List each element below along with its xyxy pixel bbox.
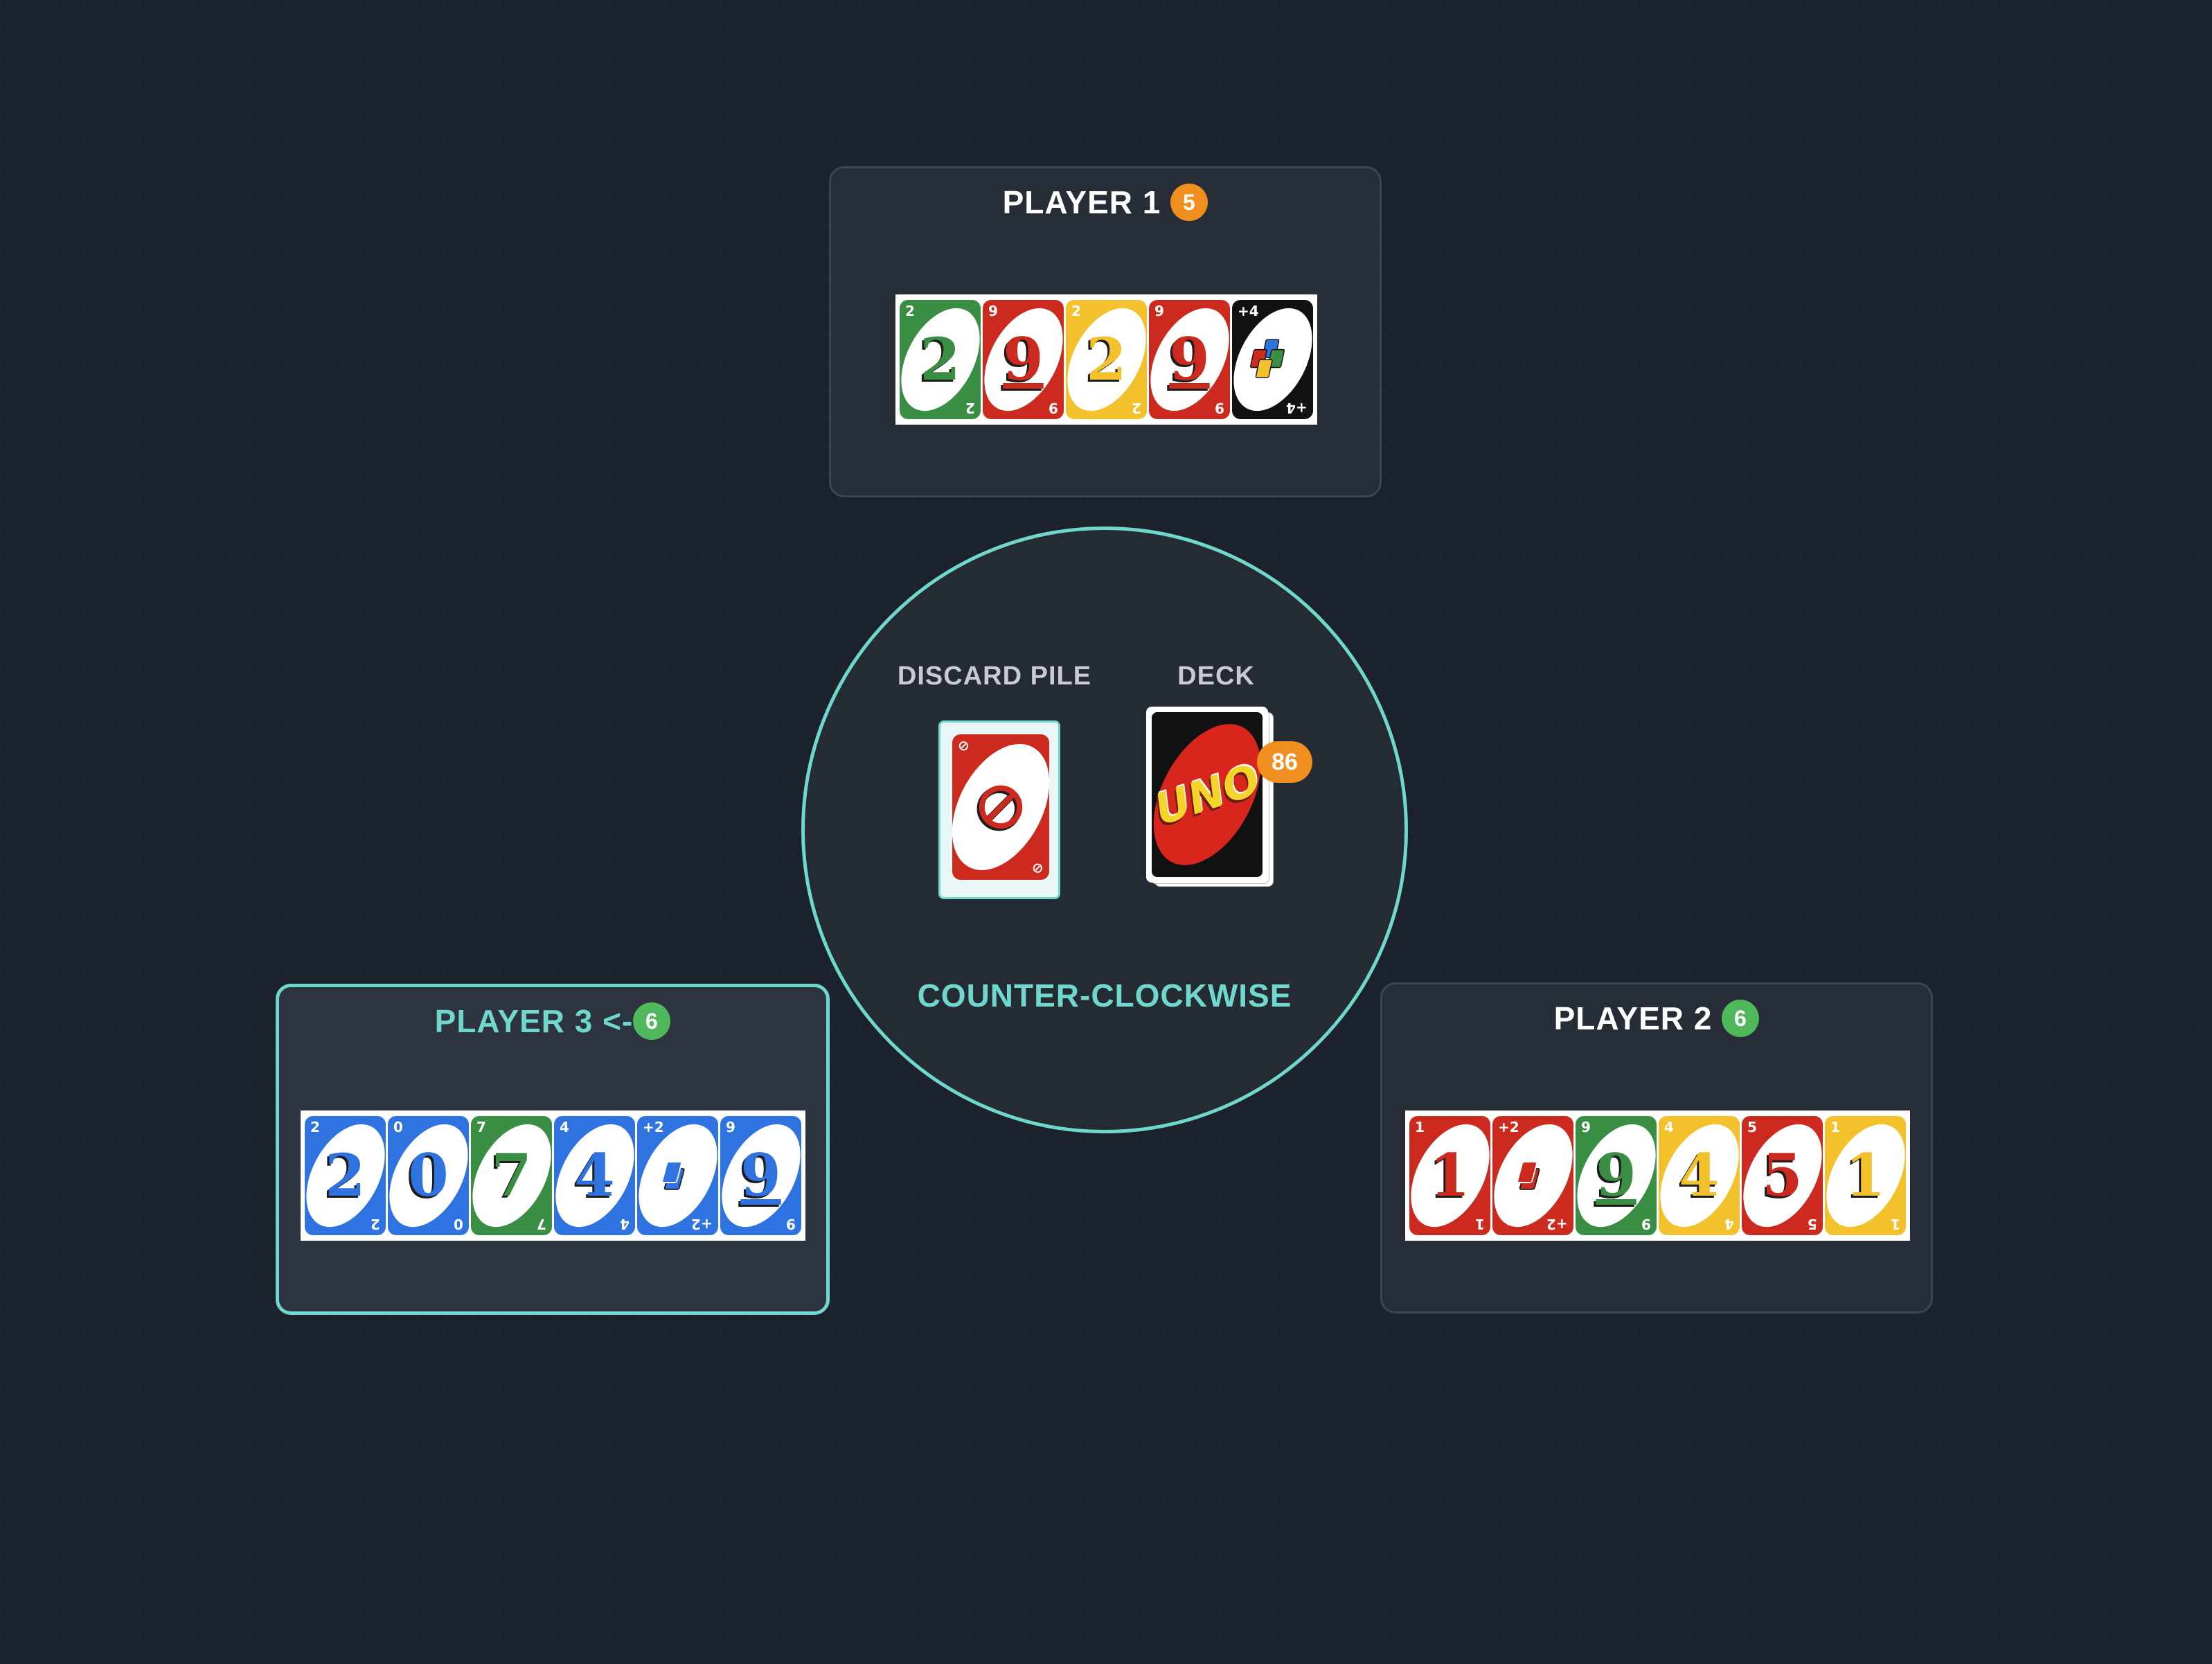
- card-corner-value: 9: [1641, 1216, 1651, 1232]
- card-corner-value: 9: [1154, 303, 1164, 319]
- card-corner-value: 5: [1747, 1119, 1757, 1135]
- card-corner-value: 1: [1475, 1216, 1485, 1232]
- card-corner-value: 2: [905, 303, 915, 319]
- draw-two-icon: [1517, 1161, 1540, 1190]
- skip-icon: [976, 785, 1023, 831]
- card-corner-value: 4: [1724, 1216, 1734, 1232]
- player-3-card-count-badge: 6: [633, 1002, 671, 1040]
- card-value: 4: [1679, 1141, 1720, 1210]
- card-value: 5: [1762, 1141, 1803, 1210]
- discard-top-card: ⊘ ⊘: [952, 734, 1049, 880]
- green-7-card[interactable]: 777: [471, 1116, 552, 1235]
- skip-icon: ⊘: [958, 737, 970, 754]
- draw-deck[interactable]: UNO: [1146, 707, 1278, 888]
- red-draw-two-card[interactable]: +2 +2: [1492, 1116, 1573, 1235]
- player-2-panel: PLAYER 2 6 1 1 1 +2 +2 9 9 9 4 4 4 5 5 5 1 1 1: [1380, 982, 1933, 1313]
- card-corner-value: 4: [1664, 1119, 1674, 1135]
- blue-draw-two-card[interactable]: +2 +2: [637, 1116, 718, 1235]
- blue-9-card[interactable]: 999: [720, 1116, 801, 1235]
- card-value: 9: [740, 1141, 781, 1210]
- card-value: 1: [1845, 1141, 1886, 1210]
- player-2-name: PLAYER 2: [1553, 1000, 1713, 1036]
- card-corner-value: 9: [1215, 400, 1224, 416]
- discard-pile-label: DISCARD PILE: [897, 662, 1092, 691]
- card-value: 1: [1429, 1141, 1470, 1210]
- blue-2-card[interactable]: 222: [305, 1116, 386, 1235]
- card-corner-value: 9: [1581, 1119, 1591, 1135]
- card-corner-value: 9: [726, 1119, 735, 1135]
- player-3-panel: PLAYER 3 <- 6 2 2 2 0 0 0 7 7 7 4 4 4 +2 +2 9 9 9: [276, 984, 830, 1315]
- card-corner-value: 2: [1071, 303, 1081, 319]
- card-corner-value: 2: [310, 1119, 320, 1135]
- player-1-hand: 2 2 2 9 9 9 2 2 2 9 9 9 +4 +4: [895, 294, 1317, 425]
- card-corner-value: +2: [691, 1216, 713, 1232]
- red-5-card[interactable]: 555: [1742, 1116, 1823, 1235]
- card-value: 2: [920, 325, 961, 393]
- play-direction-label: COUNTER-CLOCKWISE: [917, 977, 1292, 1014]
- card-corner-value: +4: [1286, 400, 1308, 416]
- player-2-title: PLAYER 2 6: [1382, 1000, 1931, 1037]
- skip-icon: ⊘: [1032, 860, 1044, 877]
- card-corner-value: +4: [1238, 303, 1259, 319]
- card-corner-value: 0: [454, 1216, 463, 1232]
- yellow-4-card[interactable]: 444: [1659, 1116, 1740, 1235]
- card-corner-value: 5: [1808, 1216, 1817, 1232]
- wild-draw-four-icon: [1249, 339, 1285, 378]
- card-value: 9: [1596, 1141, 1636, 1210]
- card-value: 7: [491, 1141, 532, 1210]
- draw-two-icon: [661, 1161, 685, 1190]
- play-area-circle: [801, 526, 1408, 1133]
- card-value: 2: [325, 1141, 366, 1210]
- yellow-1-card[interactable]: 111: [1825, 1116, 1906, 1235]
- card-corner-value: +2: [1546, 1216, 1568, 1232]
- card-corner-value: 2: [965, 400, 975, 416]
- green-2-card[interactable]: 222: [900, 300, 981, 419]
- card-corner-value: 0: [393, 1119, 403, 1135]
- player-1-card-count-badge: 5: [1170, 184, 1208, 221]
- yellow-2-card[interactable]: 222: [1066, 300, 1147, 419]
- card-value: 9: [1003, 325, 1044, 393]
- red-1-card[interactable]: 111: [1409, 1116, 1490, 1235]
- card-corner-value: 1: [1891, 1216, 1900, 1232]
- player-3-title: PLAYER 3 <- 6: [279, 1002, 826, 1040]
- black-wild-draw-four-card[interactable]: +4 +4: [1232, 300, 1313, 419]
- player-1-panel: PLAYER 1 5 2 2 2 9 9 9 2 2 2 9 9 9 +4 +4: [829, 166, 1382, 497]
- card-corner-value: 7: [476, 1119, 486, 1135]
- player-1-name: PLAYER 1: [1002, 184, 1161, 220]
- card-corner-value: 7: [537, 1216, 546, 1232]
- card-value: 2: [1086, 325, 1127, 393]
- card-corner-value: 2: [371, 1216, 380, 1232]
- card-value: 9: [1169, 325, 1210, 393]
- card-corner-value: 4: [620, 1216, 630, 1232]
- card-corner-value: 1: [1415, 1119, 1425, 1135]
- card-corner-value: 1: [1830, 1119, 1840, 1135]
- blue-0-card[interactable]: 000: [388, 1116, 469, 1235]
- red-9-card[interactable]: 999: [1149, 300, 1230, 419]
- deck-top-card: UNO: [1146, 707, 1268, 883]
- card-corner-value: 9: [1049, 400, 1058, 416]
- card-value: 0: [408, 1141, 449, 1210]
- card-corner-value: +2: [643, 1119, 664, 1135]
- red-9-card[interactable]: 999: [983, 300, 1064, 419]
- deck-count-badge: 86: [1257, 741, 1312, 783]
- green-9-card[interactable]: 999: [1576, 1116, 1657, 1235]
- discard-pile: ⊘ ⊘: [938, 720, 1062, 899]
- player-3-hand: 2 2 2 0 0 0 7 7 7 4 4 4 +2 +2 9 9 9: [301, 1110, 805, 1241]
- blue-4-card[interactable]: 444: [554, 1116, 635, 1235]
- card-corner-value: +2: [1498, 1119, 1519, 1135]
- player-1-title: PLAYER 1 5: [831, 184, 1380, 221]
- player-3-name: PLAYER 3 <-: [434, 1003, 634, 1039]
- player-2-card-count-badge: 6: [1722, 1000, 1760, 1037]
- card-corner-value: 9: [988, 303, 998, 319]
- card-value: 4: [574, 1141, 615, 1210]
- deck-label: DECK: [1177, 662, 1255, 691]
- card-corner-value: 2: [1132, 400, 1141, 416]
- card-corner-value: 4: [560, 1119, 569, 1135]
- card-corner-value: 9: [786, 1216, 796, 1232]
- player-2-hand: 1 1 1 +2 +2 9 9 9 4 4 4 5 5 5 1 1 1: [1405, 1110, 1910, 1241]
